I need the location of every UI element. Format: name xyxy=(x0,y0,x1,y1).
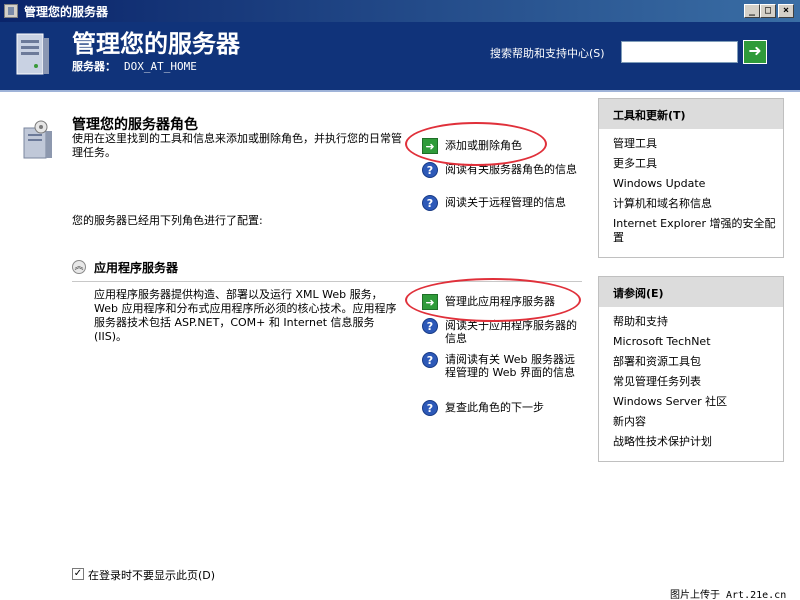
tools-item-ie-security[interactable]: Internet Explorer 增强的安全配置 xyxy=(613,217,783,245)
tools-item-admin-tools[interactable]: 管理工具 xyxy=(613,137,783,151)
help-icon: ? xyxy=(422,195,438,211)
help-icon: ? xyxy=(422,400,438,416)
app-icon xyxy=(4,4,18,18)
tools-item-windows-update[interactable]: Windows Update xyxy=(613,177,783,191)
configured-roles-text: 您的服务器已经用下列角色进行了配置: xyxy=(72,214,263,227)
see-also-list: 帮助和支持 Microsoft TechNet 部署和资源工具包 常见管理任务列… xyxy=(599,307,783,461)
dont-show-checkbox[interactable]: ✓ xyxy=(72,568,84,580)
see-also-item-community[interactable]: Windows Server 社区 xyxy=(613,395,783,409)
server-info: 服务器： DOX_AT_HOME xyxy=(72,58,197,74)
action-label: 复查此角色的下一步 xyxy=(445,401,544,414)
search-go-button[interactable]: ➜ xyxy=(743,40,767,64)
header-banner: 管理您的服务器 服务器： DOX_AT_HOME 搜索帮助和支持中心(S) ➜ xyxy=(0,22,800,90)
see-also-item-help[interactable]: 帮助和支持 xyxy=(613,315,783,329)
search-label: 搜索帮助和支持中心(S) xyxy=(490,47,605,60)
header-title: 管理您的服务器 xyxy=(72,29,240,58)
tools-panel: 工具和更新(T) 管理工具 更多工具 Windows Update 计算机和域名… xyxy=(598,98,784,258)
role-description: 应用程序服务器提供构造、部署以及运行 XML Web 服务，Web 应用程序和分… xyxy=(94,288,397,343)
tools-list: 管理工具 更多工具 Windows Update 计算机和域名称信息 Inter… xyxy=(599,129,783,257)
dont-show-label[interactable]: 在登录时不要显示此页(D) xyxy=(88,567,215,583)
search-input[interactable] xyxy=(621,41,738,63)
see-also-item-whats-new[interactable]: 新内容 xyxy=(613,415,783,429)
callout-circle xyxy=(405,278,581,322)
tools-panel-title: 工具和更新(T) xyxy=(599,99,783,129)
see-also-item-technet[interactable]: Microsoft TechNet xyxy=(613,335,783,349)
minimize-button[interactable]: _ xyxy=(744,4,760,18)
role-title: 应用程序服务器 xyxy=(94,261,179,275)
callout-circle xyxy=(405,122,547,166)
page-description: 使用在这里找到的工具和信息来添加或删除角色，并执行您的日常管理任务。 xyxy=(72,132,402,159)
help-icon: ? xyxy=(422,352,438,368)
server-name: DOX_AT_HOME xyxy=(124,60,197,73)
see-also-item-resource-kit[interactable]: 部署和资源工具包 xyxy=(613,355,783,369)
see-also-item-security-plan[interactable]: 战略性技术保护计划 xyxy=(613,435,783,449)
server-label: 服务器： xyxy=(72,60,116,73)
action-label: 阅读关于远程管理的信息 xyxy=(445,196,566,209)
see-also-item-common-tasks[interactable]: 常见管理任务列表 xyxy=(613,375,783,389)
page-title: 管理您的服务器角色 xyxy=(72,117,198,133)
header-divider xyxy=(0,90,800,92)
tools-item-more-tools[interactable]: 更多工具 xyxy=(613,157,783,171)
title-bar: 管理您的服务器 _ □ × xyxy=(0,0,800,22)
help-icon: ? xyxy=(422,318,438,334)
see-also-panel-title: 请参阅(E) xyxy=(599,277,783,307)
tools-item-computer-info[interactable]: 计算机和域名称信息 xyxy=(613,197,783,211)
close-button[interactable]: × xyxy=(778,4,794,18)
maximize-button[interactable]: □ xyxy=(760,4,776,18)
help-icon: ? xyxy=(422,162,438,178)
collapse-icon[interactable]: ︽ xyxy=(72,260,86,274)
server-icon xyxy=(16,33,49,75)
action-label: 阅读关于应用程序服务器的信息 xyxy=(445,319,577,345)
window-title: 管理您的服务器 xyxy=(24,5,109,19)
action-label: 请阅读有关 Web 服务器远程管理的 Web 界面的信息 xyxy=(445,353,575,379)
watermark: 图片上传于 Art.21e.cn xyxy=(670,590,787,600)
server-role-icon xyxy=(23,120,52,159)
see-also-panel: 请参阅(E) 帮助和支持 Microsoft TechNet 部署和资源工具包 … xyxy=(598,276,784,462)
